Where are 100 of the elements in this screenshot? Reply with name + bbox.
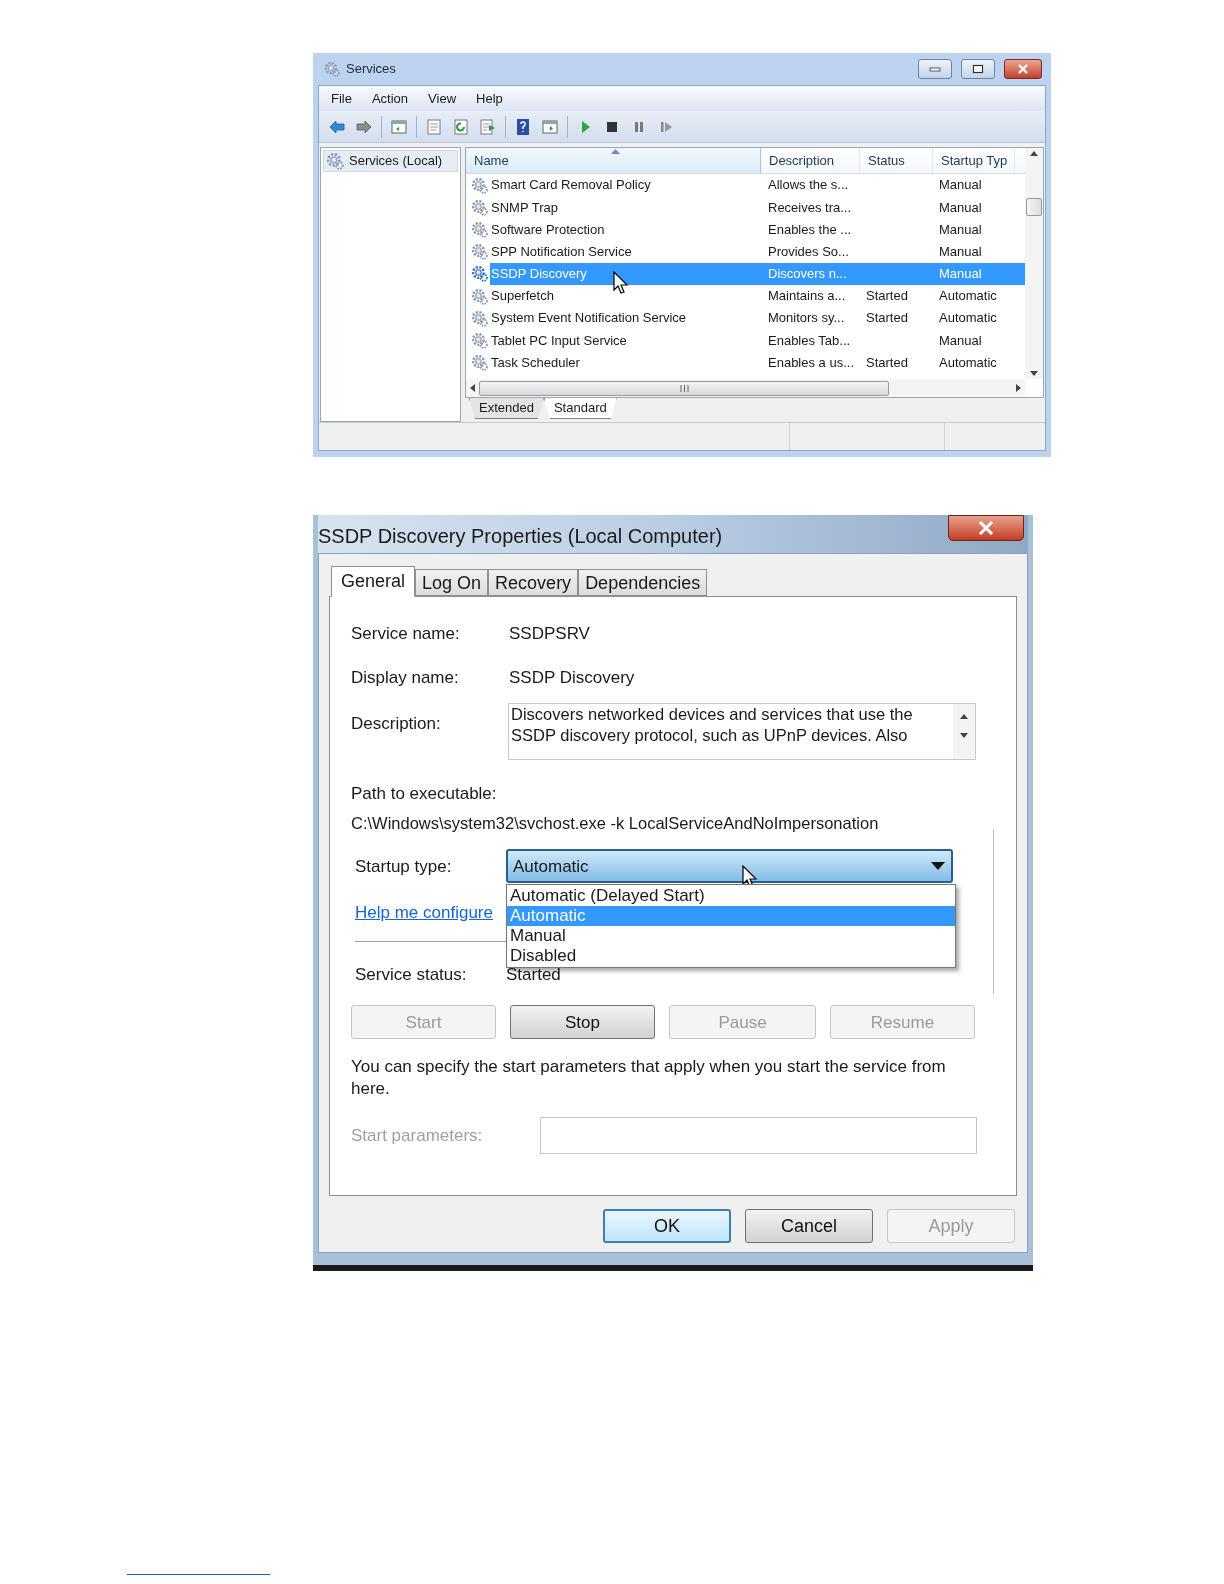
table-cell-text: Automatic (938, 287, 997, 306)
table-cell-text: Monitors sy... (767, 309, 846, 328)
table-row[interactable]: SPP Notification Service Provides So... Manual (490, 240, 1025, 263)
table-cell: Task Scheduler (491, 354, 580, 370)
column-header[interactable]: Description (761, 148, 860, 173)
gear-icon (471, 354, 488, 372)
startup-type-dropdown[interactable]: Automatic (506, 849, 953, 884)
menu-item[interactable]: View (428, 88, 457, 109)
gear-icon (471, 331, 488, 349)
scroll-up-icon[interactable] (960, 714, 968, 719)
caret-icon (931, 862, 945, 871)
scroll-thumb[interactable] (1026, 198, 1042, 217)
vertical-scrollbar[interactable] (953, 704, 975, 759)
close-icon (1017, 64, 1029, 74)
gear-icon (471, 309, 488, 327)
gear-icon (471, 287, 488, 305)
view-tab[interactable]: Standard (543, 398, 617, 419)
scroll-right-icon[interactable] (1016, 384, 1021, 392)
tree-item[interactable]: Services (Local) (323, 150, 458, 172)
horizontal-scrollbar[interactable] (466, 379, 1025, 397)
field-value: SSDPSRV (509, 623, 590, 645)
table-row[interactable]: Tablet PC Input Service Enables Tab... Manual (490, 329, 1025, 352)
vertical-scrollbar[interactable] (1025, 148, 1043, 379)
gear-icon (471, 265, 488, 283)
table-cell-text: Enables the ... (767, 220, 853, 239)
dialog-title: SSDP Discovery Properties (Local Computer) (318, 524, 723, 549)
close-button[interactable] (1004, 59, 1042, 79)
close-button[interactable] (948, 515, 1024, 541)
table-cell-text: Enables a us... (767, 353, 855, 372)
view-tab[interactable]: Extended (469, 398, 544, 419)
scroll-down-icon[interactable] (1030, 371, 1038, 376)
menu-item[interactable]: Action (371, 88, 409, 109)
column-header[interactable]: Startup Typ (933, 148, 1015, 173)
dialog-tab[interactable]: Recovery (488, 569, 579, 596)
table-row[interactable]: Smart Card Removal Policy Allows the s... Manual (490, 174, 1025, 197)
window-title: Services (346, 60, 396, 79)
scroll-up-icon[interactable] (1030, 151, 1038, 156)
table-cell: SNMP Trap (491, 199, 558, 215)
menu-item[interactable]: Help (476, 88, 503, 109)
column-header[interactable]: Name (466, 148, 761, 173)
minimize-button[interactable] (918, 59, 952, 79)
dialog-button[interactable]: OK (603, 1209, 731, 1243)
instruction-text: You can specify the start parameters that apply when you start the service from here. (351, 1056, 947, 1101)
column-header[interactable]: Status (860, 148, 933, 173)
dropdown-option[interactable]: Automatic (Delayed Start) (507, 886, 955, 907)
table-cell-text: Allows the s... (767, 176, 850, 195)
service-control-button[interactable]: Stop (510, 1005, 655, 1040)
table-row[interactable]: Superfetch Maintains a... Started Automatic (490, 284, 1025, 308)
dialog-button[interactable]: Cancel (745, 1209, 873, 1243)
cursor-icon (613, 270, 629, 295)
field-value: SSDP Discovery (509, 666, 635, 689)
table-cell-text: Discovers n... (767, 265, 848, 284)
gear-icon (326, 152, 344, 170)
close-icon (978, 521, 994, 535)
dialog-tab[interactable]: Log On (415, 569, 489, 596)
table-row[interactable]: SNMP Trap Receives tra... Manual (490, 196, 1025, 219)
table-cell-text: Manual (938, 198, 982, 217)
table-cell: SPP Notification Service (491, 243, 632, 259)
table-cell: Smart Card Removal Policy (491, 177, 651, 193)
table-cell-text: Manual (938, 220, 982, 239)
gear-icon (471, 243, 488, 261)
table-cell: Started (866, 310, 908, 326)
dialog-tab[interactable]: Dependencies (578, 569, 708, 596)
table-cell-text: Receives tra... (767, 198, 853, 217)
table-cell-text: Provides So... (767, 242, 850, 261)
field-value: C:\Windows\system32\svchost.exe -k LocalServiceAndNoImpersonation (351, 812, 880, 834)
dropdown-option[interactable]: Manual (507, 926, 955, 947)
table-cell-text: Automatic (938, 353, 997, 372)
field-label: Start parameters: (351, 1125, 484, 1147)
field-label: Service status: (355, 963, 468, 986)
field-label: Description: (351, 713, 442, 735)
gear-icon (471, 198, 488, 216)
field-label: Path to executable: (351, 783, 498, 805)
minimize-icon (929, 66, 941, 72)
table-row[interactable]: Task Scheduler Enables a us... Started Automatic (490, 351, 1025, 374)
table-cell-text: Enables Tab... (767, 331, 852, 350)
description-box[interactable]: Discovers networked devices and services that use the SSDP discovery protocol, such as UPnP devices. Also (508, 703, 976, 760)
gear-icon (324, 61, 340, 77)
field-label: Startup type: (355, 855, 453, 878)
maximize-button[interactable] (961, 59, 995, 79)
table-cell: Superfetch (491, 288, 554, 304)
menu-item[interactable]: File (331, 88, 352, 109)
table-cell-text: Automatic (938, 309, 997, 328)
gear-icon (471, 220, 488, 238)
table-row[interactable]: Software Protection Enables the ... Manual (490, 218, 1025, 241)
dialog-tab[interactable]: General (331, 566, 416, 597)
scroll-down-icon[interactable] (960, 733, 968, 738)
table-cell-text: Manual (938, 242, 982, 261)
field-label: Display name: (351, 666, 460, 689)
table-cell: Started (866, 354, 908, 370)
gear-icon (471, 176, 488, 194)
help-link[interactable]: Help me configure (355, 903, 493, 923)
description-text: Discovers networked devices and services that use the SSDP discovery protocol, such as UPnP devices. Also (510, 704, 914, 746)
table-cell: SSDP Discovery (491, 266, 587, 282)
scroll-thumb[interactable] (479, 380, 889, 396)
table-cell: Started (866, 288, 908, 304)
table-row[interactable]: System Event Notification Service Monitors sy... Started Automatic (490, 307, 1025, 330)
field-label: Service name: (351, 623, 461, 645)
scroll-left-icon[interactable] (470, 384, 475, 392)
table-cell-text: Manual (938, 331, 982, 350)
